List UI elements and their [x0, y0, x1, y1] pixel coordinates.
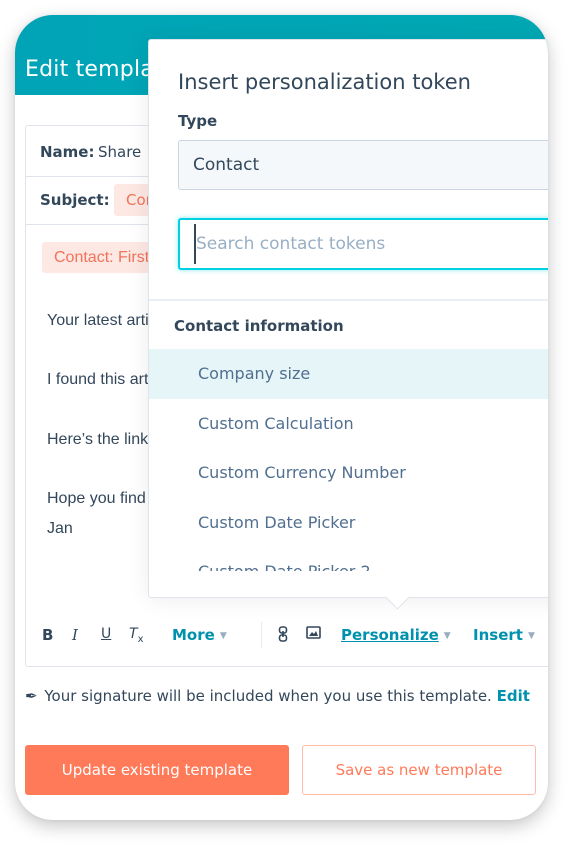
- italic-button[interactable]: I: [72, 626, 78, 644]
- clear-format-sub: x: [137, 633, 144, 645]
- popover-divider: [149, 299, 548, 301]
- caret-down-icon: ▼: [527, 631, 535, 641]
- popover-title: Insert personalization token: [178, 70, 471, 94]
- edit-signature-link[interactable]: Edit: [497, 687, 530, 705]
- token-search-input[interactable]: [194, 224, 548, 264]
- personalize-dropdown[interactable]: Personalize ▼: [341, 626, 451, 644]
- token-item[interactable]: Custom Date Picker: [149, 498, 548, 548]
- token-search-field[interactable]: [178, 218, 548, 270]
- link-icon[interactable]: [278, 626, 288, 646]
- format-toolbar: B I U Tx More ▼ Personalize ▼ Insert ▼: [26, 616, 548, 656]
- body-line[interactable]: Jan: [47, 520, 73, 538]
- clear-format-icon: T: [129, 626, 138, 642]
- bold-button[interactable]: B: [42, 626, 53, 644]
- image-icon[interactable]: [306, 626, 321, 643]
- subject-label: Subject:: [40, 191, 110, 209]
- caret-down-icon: ▼: [443, 631, 451, 641]
- token-group-label: Contact information: [174, 317, 344, 335]
- more-dropdown[interactable]: More ▼: [172, 626, 227, 644]
- personalization-token-popover: Insert personalization token Type Contac…: [148, 39, 548, 610]
- update-existing-template-button[interactable]: Update existing template: [25, 745, 289, 795]
- token-item[interactable]: Custom Calculation: [149, 399, 548, 449]
- signature-text: Your signature will be included when you…: [44, 687, 497, 705]
- type-label: Type: [178, 112, 218, 130]
- toolbar-divider: [261, 622, 262, 648]
- name-label: Name:: [40, 143, 95, 161]
- edit-template-modal: Edit template Name: Share Subject: Conta…: [15, 15, 548, 820]
- signature-notice: ✒ Your signature will be included when y…: [25, 687, 530, 705]
- clear-format-button[interactable]: Tx: [129, 626, 143, 645]
- type-select-value: Contact: [193, 155, 260, 175]
- token-item[interactable]: Company size: [149, 349, 548, 399]
- type-select[interactable]: Contact: [178, 140, 548, 190]
- body-line[interactable]: Hope you find: [47, 490, 146, 508]
- token-list[interactable]: Company size Custom Calculation Custom C…: [149, 349, 548, 571]
- caret-down-icon: ▼: [219, 631, 227, 641]
- insert-dropdown[interactable]: Insert ▼: [473, 626, 535, 644]
- token-item[interactable]: Custom Date Picker 2: [149, 547, 548, 571]
- name-value[interactable]: Share: [98, 143, 141, 161]
- body-line[interactable]: Here’s the link: [47, 431, 148, 449]
- underline-button[interactable]: U: [101, 626, 111, 642]
- signature-icon: ✒: [25, 687, 38, 705]
- more-label: More: [172, 626, 215, 644]
- token-item[interactable]: Custom Currency Number: [149, 448, 548, 498]
- save-as-new-template-button[interactable]: Save as new template: [302, 745, 536, 795]
- personalize-label: Personalize: [341, 626, 439, 644]
- insert-label: Insert: [473, 626, 523, 644]
